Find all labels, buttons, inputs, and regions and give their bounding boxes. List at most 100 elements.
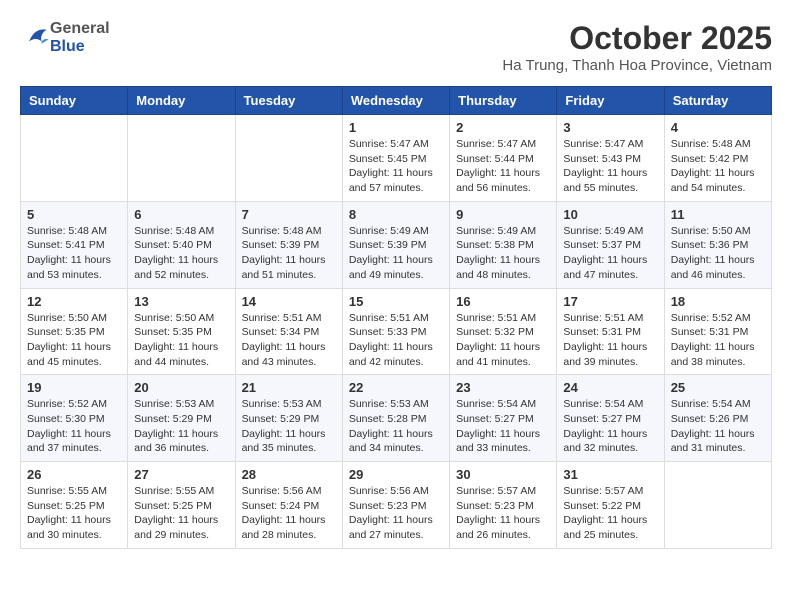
day-info: Sunrise: 5:51 AM Sunset: 5:32 PM Dayligh… [456,311,550,370]
day-number: 20 [134,380,228,395]
calendar-cell: 28 Sunrise: 5:56 AM Sunset: 5:24 PM Dayli… [235,462,342,549]
month-title: October 2025 [502,20,772,57]
calendar-cell: 30 Sunrise: 5:57 AM Sunset: 5:23 PM Dayli… [450,462,557,549]
logo-general: General [50,20,110,37]
calendar-cell: 6 Sunrise: 5:48 AM Sunset: 5:40 PM Daylig… [128,201,235,288]
day-info: Sunrise: 5:54 AM Sunset: 5:27 PM Dayligh… [563,397,657,456]
calendar-cell: 5Sunrise: 5:48 AM Sunset: 5:41 PM Daylig… [21,201,128,288]
calendar-cell: 26Sunrise: 5:55 AM Sunset: 5:25 PM Dayli… [21,462,128,549]
calendar-cell: 17Sunrise: 5:51 AM Sunset: 5:31 PM Dayli… [557,288,664,375]
calendar-cell: 1 Sunrise: 5:47 AM Sunset: 5:45 PM Daylig… [342,115,449,202]
calendar-table: SundayMondayTuesdayWednesdayThursdayFrid… [20,86,772,549]
day-info: Sunrise: 5:51 AM Sunset: 5:31 PM Dayligh… [563,311,657,370]
day-number: 31 [563,467,657,482]
day-info: Sunrise: 5:49 AM Sunset: 5:39 PM Dayligh… [349,224,443,283]
day-info: Sunrise: 5:49 AM Sunset: 5:38 PM Dayligh… [456,224,550,283]
day-info: Sunrise: 5:51 AM Sunset: 5:34 PM Dayligh… [242,311,336,370]
day-info: Sunrise: 5:50 AM Sunset: 5:35 PM Dayligh… [134,311,228,370]
day-number: 27 [134,467,228,482]
calendar-cell: 20Sunrise: 5:53 AM Sunset: 5:29 PM Dayli… [128,375,235,462]
day-number: 24 [563,380,657,395]
day-number: 29 [349,467,443,482]
logo-blue: Blue [50,38,85,55]
day-info: Sunrise: 5:55 AM Sunset: 5:25 PM Dayligh… [134,484,228,543]
day-info: Sunrise: 5:56 AM Sunset: 5:24 PM Dayligh… [242,484,336,543]
calendar-cell: 31 Sunrise: 5:57 AM Sunset: 5:22 PM Dayli… [557,462,664,549]
calendar-cell: 12 Sunrise: 5:50 AM Sunset: 5:35 PM Dayli… [21,288,128,375]
calendar-cell [235,115,342,202]
day-number: 23 [456,380,550,395]
day-number: 6 [134,207,228,222]
day-number: 4 [671,120,765,135]
calendar-cell [21,115,128,202]
day-info: Sunrise: 5:53 AM Sunset: 5:29 PM Dayligh… [242,397,336,456]
day-info: Sunrise: 5:49 AM Sunset: 5:37 PM Dayligh… [563,224,657,283]
subtitle: Ha Trung, Thanh Hoa Province, Vietnam [502,57,772,74]
calendar-cell: 14 Sunrise: 5:51 AM Sunset: 5:34 PM Dayli… [235,288,342,375]
week-row: 5Sunrise: 5:48 AM Sunset: 5:41 PM Daylig… [21,201,772,288]
day-info: Sunrise: 5:51 AM Sunset: 5:33 PM Dayligh… [349,311,443,370]
calendar-cell: 24 Sunrise: 5:54 AM Sunset: 5:27 PM Dayli… [557,375,664,462]
day-info: Sunrise: 5:48 AM Sunset: 5:40 PM Dayligh… [134,224,228,283]
day-number: 9 [456,207,550,222]
week-row: 19 Sunrise: 5:52 AM Sunset: 5:30 PM Dayli… [21,375,772,462]
day-header-saturday: Saturday [664,87,771,115]
day-number: 12 [27,294,121,309]
day-number: 7 [242,207,336,222]
day-number: 14 [242,294,336,309]
day-number: 15 [349,294,443,309]
day-header-wednesday: Wednesday [342,87,449,115]
day-info: Sunrise: 5:50 AM Sunset: 5:35 PM Dayligh… [27,311,121,370]
day-info: Sunrise: 5:50 AM Sunset: 5:36 PM Dayligh… [671,224,765,283]
calendar-cell: 25Sunrise: 5:54 AM Sunset: 5:26 PM Dayli… [664,375,771,462]
calendar-cell: 21 Sunrise: 5:53 AM Sunset: 5:29 PM Dayli… [235,375,342,462]
day-info: Sunrise: 5:48 AM Sunset: 5:41 PM Dayligh… [27,224,121,283]
day-info: Sunrise: 5:47 AM Sunset: 5:44 PM Dayligh… [456,137,550,196]
week-row: 1 Sunrise: 5:47 AM Sunset: 5:45 PM Daylig… [21,115,772,202]
calendar-cell: 13 Sunrise: 5:50 AM Sunset: 5:35 PM Dayli… [128,288,235,375]
day-info: Sunrise: 5:48 AM Sunset: 5:39 PM Dayligh… [242,224,336,283]
day-number: 19 [27,380,121,395]
logo-icon [22,24,50,52]
logo: General Blue [20,20,110,56]
calendar-cell: 23Sunrise: 5:54 AM Sunset: 5:27 PM Dayli… [450,375,557,462]
day-number: 28 [242,467,336,482]
week-row: 12 Sunrise: 5:50 AM Sunset: 5:35 PM Dayli… [21,288,772,375]
day-info: Sunrise: 5:52 AM Sunset: 5:30 PM Dayligh… [27,397,121,456]
calendar-cell: 8 Sunrise: 5:49 AM Sunset: 5:39 PM Daylig… [342,201,449,288]
day-info: Sunrise: 5:47 AM Sunset: 5:45 PM Dayligh… [349,137,443,196]
day-number: 2 [456,120,550,135]
day-info: Sunrise: 5:57 AM Sunset: 5:22 PM Dayligh… [563,484,657,543]
day-number: 8 [349,207,443,222]
day-number: 30 [456,467,550,482]
calendar-cell: 29 Sunrise: 5:56 AM Sunset: 5:23 PM Dayli… [342,462,449,549]
day-info: Sunrise: 5:57 AM Sunset: 5:23 PM Dayligh… [456,484,550,543]
calendar-cell: 3 Sunrise: 5:47 AM Sunset: 5:43 PM Daylig… [557,115,664,202]
day-info: Sunrise: 5:55 AM Sunset: 5:25 PM Dayligh… [27,484,121,543]
title-area: October 2025 Ha Trung, Thanh Hoa Provinc… [502,20,772,74]
day-header-monday: Monday [128,87,235,115]
day-info: Sunrise: 5:47 AM Sunset: 5:43 PM Dayligh… [563,137,657,196]
calendar-cell [128,115,235,202]
day-info: Sunrise: 5:56 AM Sunset: 5:23 PM Dayligh… [349,484,443,543]
day-number: 21 [242,380,336,395]
calendar-cell: 10Sunrise: 5:49 AM Sunset: 5:37 PM Dayli… [557,201,664,288]
calendar-cell: 15 Sunrise: 5:51 AM Sunset: 5:33 PM Dayli… [342,288,449,375]
page-header: General Blue October 2025 Ha Trung, Than… [20,20,772,74]
calendar-cell: 27 Sunrise: 5:55 AM Sunset: 5:25 PM Dayli… [128,462,235,549]
day-info: Sunrise: 5:53 AM Sunset: 5:28 PM Dayligh… [349,397,443,456]
day-info: Sunrise: 5:48 AM Sunset: 5:42 PM Dayligh… [671,137,765,196]
day-number: 13 [134,294,228,309]
day-number: 1 [349,120,443,135]
calendar-cell: 2 Sunrise: 5:47 AM Sunset: 5:44 PM Daylig… [450,115,557,202]
calendar-cell: 16 Sunrise: 5:51 AM Sunset: 5:32 PM Dayli… [450,288,557,375]
day-number: 3 [563,120,657,135]
day-number: 16 [456,294,550,309]
day-number: 18 [671,294,765,309]
logo-text: General Blue [50,20,110,56]
calendar-cell: 4 Sunrise: 5:48 AM Sunset: 5:42 PM Daylig… [664,115,771,202]
calendar-cell: 18Sunrise: 5:52 AM Sunset: 5:31 PM Dayli… [664,288,771,375]
calendar-cell: 7 Sunrise: 5:48 AM Sunset: 5:39 PM Daylig… [235,201,342,288]
calendar-cell: 19 Sunrise: 5:52 AM Sunset: 5:30 PM Dayli… [21,375,128,462]
day-header-sunday: Sunday [21,87,128,115]
